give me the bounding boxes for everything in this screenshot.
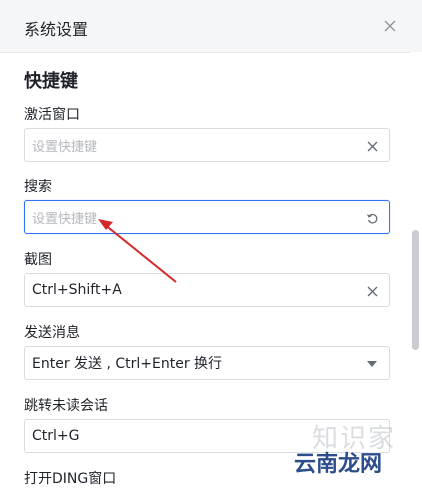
label-jump-unread: 跳转未读会话	[24, 398, 108, 414]
label-search: 搜索	[24, 179, 52, 195]
watermark: 知识家 云南龙网	[294, 418, 410, 480]
jump-unread-shortcut-value: Ctrl+G	[32, 428, 80, 444]
reset-icon[interactable]	[364, 210, 380, 226]
send-message-select[interactable]: Enter 发送 , Ctrl+Enter 换行	[24, 346, 390, 380]
clear-icon[interactable]	[364, 283, 380, 299]
send-message-selected-value: Enter 发送 , Ctrl+Enter 换行	[32, 356, 223, 372]
dropdown-caret-icon[interactable]	[364, 356, 380, 372]
label-send-message: 发送消息	[24, 325, 80, 341]
section-title: 快捷键	[24, 71, 78, 92]
close-icon[interactable]	[378, 14, 402, 38]
screenshot-shortcut-value: Ctrl+Shift+A	[32, 282, 122, 298]
title-bar: 系统设置	[0, 0, 422, 53]
window-title: 系统设置	[24, 20, 89, 39]
label-open-ding-window: 打开DING窗口	[24, 471, 117, 487]
search-shortcut-input[interactable]: 设置快捷键	[24, 200, 390, 234]
scrollbar-thumb[interactable]	[412, 230, 419, 350]
activate-window-shortcut-input[interactable]: 设置快捷键	[24, 128, 390, 162]
screenshot-shortcut-input[interactable]: Ctrl+Shift+A	[24, 273, 390, 307]
watermark-bottom-text: 云南龙网	[294, 452, 383, 477]
activate-window-placeholder: 设置快捷键	[32, 139, 98, 155]
clear-icon[interactable]	[364, 138, 380, 154]
label-activate-window: 激活窗口	[24, 107, 80, 123]
label-screenshot: 截图	[24, 252, 52, 268]
search-placeholder: 设置快捷键	[32, 211, 98, 227]
